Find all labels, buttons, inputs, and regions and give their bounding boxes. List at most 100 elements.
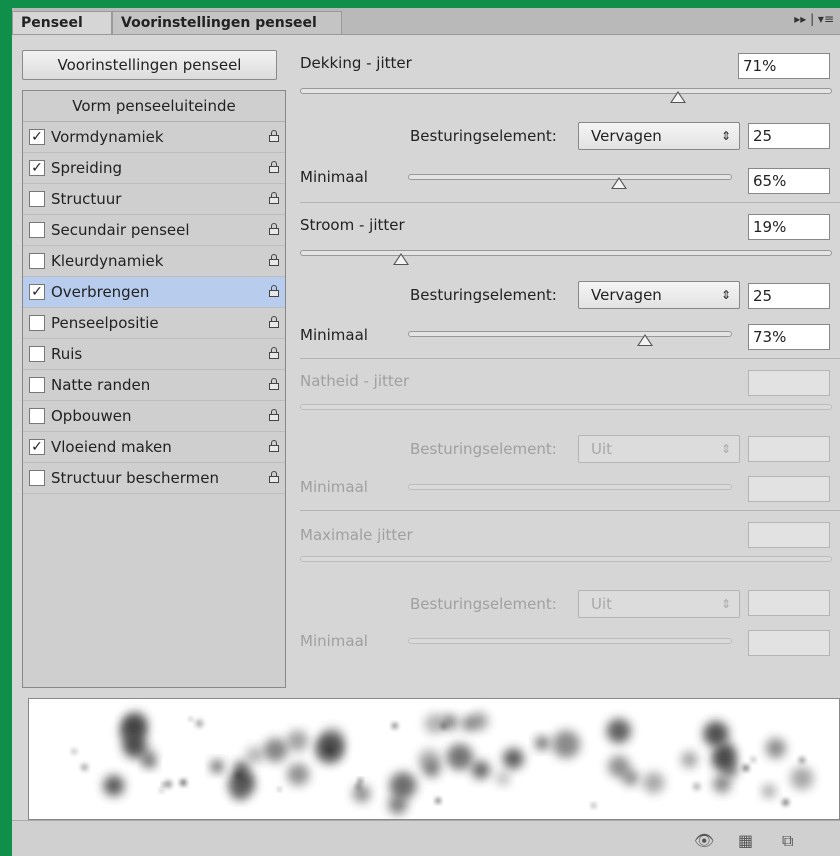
tab-brush-presets[interactable]: Voorinstellingen penseel [112,11,342,34]
opacity-jitter-label: Dekking - jitter [300,54,412,72]
brush-dab [535,736,549,750]
checkbox[interactable]: ✓ [29,129,45,145]
opacity-steps-field[interactable]: 25 [748,123,830,149]
checkbox[interactable] [29,222,45,238]
lock-icon[interactable] [269,378,279,390]
lock-icon[interactable] [269,254,279,266]
list-item[interactable]: Kleurdynamiek [23,246,285,277]
checkbox[interactable] [29,191,45,207]
flow-steps-field[interactable]: 25 [748,283,830,309]
toggle-live-tip-preview-icon[interactable]: 👁 [694,831,714,850]
flow-min-field[interactable]: 73% [748,324,830,350]
list-item[interactable]: ✓ Vloeiend maken [23,432,285,463]
checkbox[interactable] [29,346,45,362]
list-item[interactable]: Opbouwen [23,401,285,432]
opacity-jitter-slider[interactable] [300,88,832,94]
brush-dab [765,738,786,759]
brush-dab [782,799,789,806]
list-item-label: Overbrengen [51,283,150,301]
lock-icon[interactable] [269,192,279,204]
list-item-label: Vloeiend maken [51,438,172,456]
brush-tip-shape-item[interactable]: Vorm penseeluiteinde [23,91,285,122]
mix-jitter-field [748,522,830,548]
lock-icon[interactable] [269,316,279,328]
brush-dab [435,798,441,804]
grid-view-icon[interactable]: ▦ [738,831,753,850]
opacity-min-thumb[interactable] [610,177,627,189]
list-item[interactable]: Secundair penseel [23,215,285,246]
checkbox[interactable] [29,315,45,331]
list-item[interactable]: Structuur [23,184,285,215]
mix-control-dropdown: Uit ⇕ [578,590,740,618]
list-item[interactable]: ✓ Spreiding [23,153,285,184]
divider [300,358,840,359]
list-item[interactable]: Natte randen [23,370,285,401]
opacity-min-slider[interactable] [408,174,732,180]
window-edge [0,0,840,8]
checkbox[interactable] [29,377,45,393]
flow-min-thumb[interactable] [636,334,653,346]
chevron-updown-icon: ⇕ [720,288,731,302]
lock-icon[interactable] [269,161,279,173]
checkbox[interactable] [29,253,45,269]
checkbox[interactable] [29,408,45,424]
list-item[interactable]: ✓ Overbrengen [23,277,285,308]
brush-dab [80,763,89,771]
lock-icon[interactable] [269,409,279,421]
list-item[interactable]: ✓ Vormdynamiek [23,122,285,153]
list-item[interactable]: Structuur beschermen [23,463,285,494]
list-item[interactable]: Penseelpositie [23,308,285,339]
divider [300,510,840,511]
opacity-jitter-field[interactable]: 71% [738,53,830,79]
flow-min-slider[interactable] [408,331,732,337]
lock-icon[interactable] [269,347,279,359]
opacity-jitter-thumb[interactable] [669,91,686,103]
tab-brush[interactable]: Penseel [12,11,112,34]
checkbox[interactable]: ✓ [29,439,45,455]
brush-dab [424,713,445,734]
list-item-label: Structuur beschermen [51,469,219,487]
mix-control-value: Uit [591,595,613,613]
flow-control-value: Vervagen [591,286,662,304]
brush-dab [235,771,244,780]
new-brush-icon[interactable]: ⧉ [782,831,793,851]
checkbox[interactable]: ✓ [29,284,45,300]
lock-icon[interactable] [269,130,279,142]
opacity-min-label: Minimaal [300,168,368,186]
opacity-control-dropdown[interactable]: Vervagen ⇕ [578,122,740,150]
stroke-preview-svg [71,711,814,815]
list-item-label: Opbouwen [51,407,132,425]
brush-dab [606,718,631,743]
brush-dab [799,757,805,764]
checkbox[interactable]: ✓ [29,160,45,176]
brush-dab [180,779,187,786]
chevron-updown-icon: ⇕ [720,129,731,143]
brush-dab [358,778,363,783]
wetness-jitter-label: Natheid - jitter [300,372,410,390]
brush-dab [159,788,164,793]
panel-menu-icon[interactable]: ▸▸ | ▾≡ [794,12,834,26]
flow-jitter-field[interactable]: 19% [748,214,830,240]
brush-dab [723,762,738,778]
list-item-label: Ruis [51,345,83,363]
list-item[interactable]: Ruis [23,339,285,370]
wetness-steps-field [748,436,830,462]
flow-control-dropdown[interactable]: Vervagen ⇕ [578,281,740,309]
opacity-min-field[interactable]: 65% [748,168,830,194]
brush-dab [391,722,398,729]
checkbox[interactable] [29,470,45,486]
brush-presets-button[interactable]: Voorinstellingen penseel [22,50,277,80]
list-item-label: Natte randen [51,376,151,394]
flow-jitter-slider[interactable] [300,250,832,256]
lock-icon[interactable] [269,285,279,297]
divider [300,202,840,203]
lock-icon[interactable] [269,471,279,483]
wetness-jitter-slider [300,404,832,410]
brush-dab [122,735,146,758]
brush-dab [195,719,204,728]
lock-icon[interactable] [269,223,279,235]
list-item-label: Spreiding [51,159,122,177]
wetness-min-label: Minimaal [300,478,368,496]
flow-jitter-thumb[interactable] [393,253,410,265]
lock-icon[interactable] [269,440,279,452]
